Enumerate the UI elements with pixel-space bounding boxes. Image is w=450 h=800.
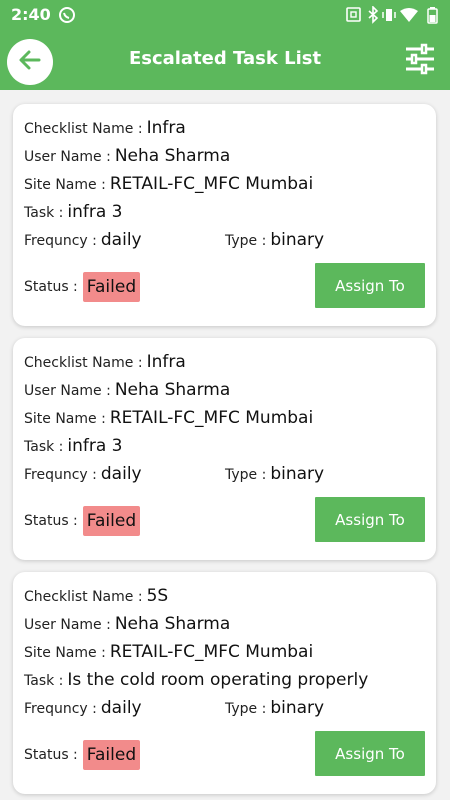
- checklist-name-row: Checklist Name : Infra: [24, 352, 186, 372]
- battery-icon: [427, 7, 438, 24]
- checklist-name-label: Checklist Name :: [24, 355, 143, 371]
- task-label: Task :: [24, 439, 64, 455]
- user-name-value: Neha Sharma: [114, 146, 231, 166]
- status-icons: [345, 5, 441, 24]
- task-row: Task : infra 3: [24, 202, 123, 222]
- status-badge: Failed: [82, 740, 141, 770]
- vibrate-icon: [382, 9, 396, 21]
- frequency-label: Frequncy :: [24, 467, 97, 483]
- type-value: binary: [270, 230, 325, 250]
- task-label: Task :: [24, 205, 64, 221]
- checklist-name-label: Checklist Name :: [24, 121, 143, 137]
- type-row: Type : binary: [225, 230, 324, 250]
- user-name-label: User Name :: [24, 617, 111, 633]
- task-row: Task : infra 3: [24, 436, 123, 456]
- status-label: Status :: [24, 279, 78, 295]
- nfc-icon: [346, 7, 361, 22]
- user-name-row: User Name : Neha Sharma: [24, 146, 230, 166]
- task-card: Checklist Name :5S User Name : Neha Sharm…: [13, 572, 436, 794]
- type-label: Type :: [225, 701, 267, 717]
- status-bar: 2:40: [0, 0, 450, 30]
- type-row: Type : binary: [225, 698, 324, 718]
- status-row: Status : Failed: [24, 740, 141, 770]
- checklist-name-value: Infra: [146, 352, 186, 372]
- checklist-name-value: 5S: [146, 586, 169, 606]
- checklist-name-label: Checklist Name :: [24, 589, 143, 605]
- frequency-row: Frequncy : daily: [24, 698, 142, 718]
- site-name-label: Site Name :: [24, 645, 106, 661]
- status-row: Status : Failed: [24, 272, 141, 302]
- user-name-label: User Name :: [24, 149, 111, 165]
- assign-to-button[interactable]: Assign To: [315, 497, 425, 542]
- frequency-value: daily: [100, 698, 142, 718]
- user-name-row: User Name : Neha Sharma: [24, 614, 230, 634]
- type-label: Type :: [225, 467, 267, 483]
- task-value: Is the cold room operating properly: [67, 670, 369, 690]
- task-label: Task :: [24, 673, 64, 689]
- checklist-name-value: Infra: [146, 118, 186, 138]
- task-row: Task : Is the cold room operating properl…: [24, 670, 368, 690]
- site-name-row: Site Name : RETAIL-FC_MFC Mumbai: [24, 174, 313, 194]
- task-value: infra 3: [67, 436, 123, 456]
- site-name-value: RETAIL-FC_MFC Mumbai: [109, 174, 314, 194]
- site-name-value: RETAIL-FC_MFC Mumbai: [109, 408, 314, 428]
- frequency-row: Frequncy : daily: [24, 230, 142, 250]
- bluetooth-icon: [368, 5, 379, 24]
- user-name-row: User Name : Neha Sharma: [24, 380, 230, 400]
- task-card: Checklist Name : Infra User Name : Neha Sh…: [13, 338, 436, 560]
- wifi-icon: [400, 8, 418, 22]
- frequency-row: Frequncy : daily: [24, 464, 142, 484]
- assign-to-button[interactable]: Assign To: [315, 263, 425, 308]
- checklist-name-row: Checklist Name :5S: [24, 586, 168, 606]
- status-row: Status : Failed: [24, 506, 141, 536]
- type-row: Type : binary: [225, 464, 324, 484]
- task-card: Checklist Name : Infra User Name : Neha Sh…: [13, 104, 436, 326]
- assign-to-button[interactable]: Assign To: [315, 731, 425, 776]
- filter-button[interactable]: [402, 43, 438, 79]
- status-label: Status :: [24, 513, 78, 529]
- frequency-value: daily: [100, 464, 142, 484]
- user-name-value: Neha Sharma: [114, 614, 231, 634]
- type-value: binary: [270, 698, 325, 718]
- page-title: Escalated Task List: [128, 48, 322, 69]
- task-list[interactable]: Checklist Name : Infra User Name : Neha Sh…: [0, 90, 450, 800]
- app-bar: Escalated Task List: [0, 30, 450, 90]
- frequency-value: daily: [100, 230, 142, 250]
- site-name-row: Site Name : RETAIL-FC_MFC Mumbai: [24, 642, 313, 662]
- whatsapp-icon: [58, 6, 76, 24]
- status-time: 2:40: [11, 5, 51, 24]
- user-name-value: Neha Sharma: [114, 380, 231, 400]
- site-name-row: Site Name : RETAIL-FC_MFC Mumbai: [24, 408, 313, 428]
- task-value: infra 3: [67, 202, 123, 222]
- site-name-label: Site Name :: [24, 411, 106, 427]
- frequency-label: Frequncy :: [24, 233, 97, 249]
- type-label: Type :: [225, 233, 267, 249]
- status-badge: Failed: [82, 506, 141, 536]
- status-badge: Failed: [82, 272, 141, 302]
- site-name-value: RETAIL-FC_MFC Mumbai: [109, 642, 314, 662]
- sliders-icon: [404, 43, 436, 79]
- checklist-name-row: Checklist Name : Infra: [24, 118, 186, 138]
- frequency-label: Frequncy :: [24, 701, 97, 717]
- site-name-label: Site Name :: [24, 177, 106, 193]
- type-value: binary: [270, 464, 325, 484]
- user-name-label: User Name :: [24, 383, 111, 399]
- status-label: Status :: [24, 747, 78, 763]
